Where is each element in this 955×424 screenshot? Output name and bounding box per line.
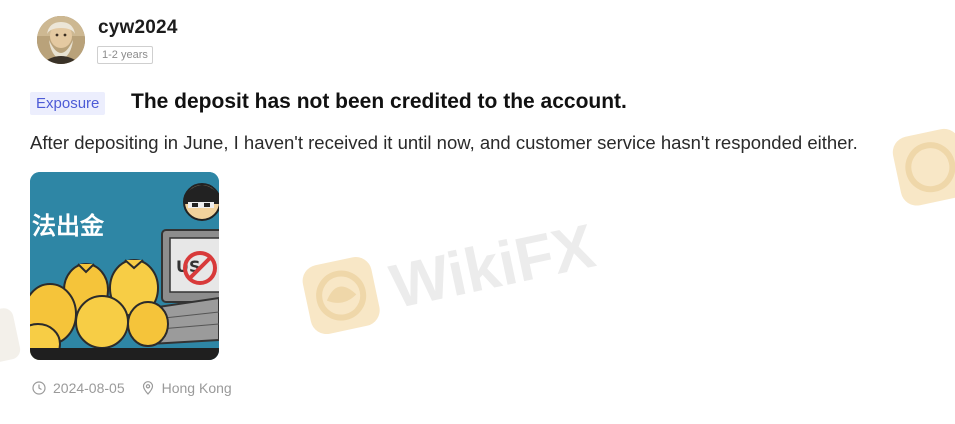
post-location: Hong Kong <box>141 380 232 396</box>
image-caption: 法出金 <box>32 212 105 240</box>
post-meta: 2024-08-05 Hong Kong <box>32 380 232 396</box>
user-avatar[interactable] <box>37 16 85 64</box>
category-tag[interactable]: Exposure <box>30 92 106 115</box>
user-avatar-icon <box>37 16 85 64</box>
post-date-text: 2024-08-05 <box>53 380 125 396</box>
post-body: After depositing in June, I haven't rece… <box>30 132 858 153</box>
location-pin-icon <box>142 381 153 395</box>
post-image-illustration: 法出金 US <box>30 172 219 360</box>
post-card: WikiFX cyw2024 1-2 years Exposure The de… <box>0 0 955 424</box>
clock-icon <box>32 381 46 395</box>
tenure-badge: 1-2 years <box>97 46 153 64</box>
username[interactable]: cyw2024 <box>98 17 178 39</box>
post-location-text: Hong Kong <box>161 380 232 396</box>
svg-text:WikiFX: WikiFX <box>385 212 601 322</box>
post-date: 2024-08-05 <box>32 380 125 396</box>
post-image[interactable]: 法出金 US <box>30 172 219 360</box>
post-title[interactable]: The deposit has not been credited to the… <box>131 90 627 114</box>
